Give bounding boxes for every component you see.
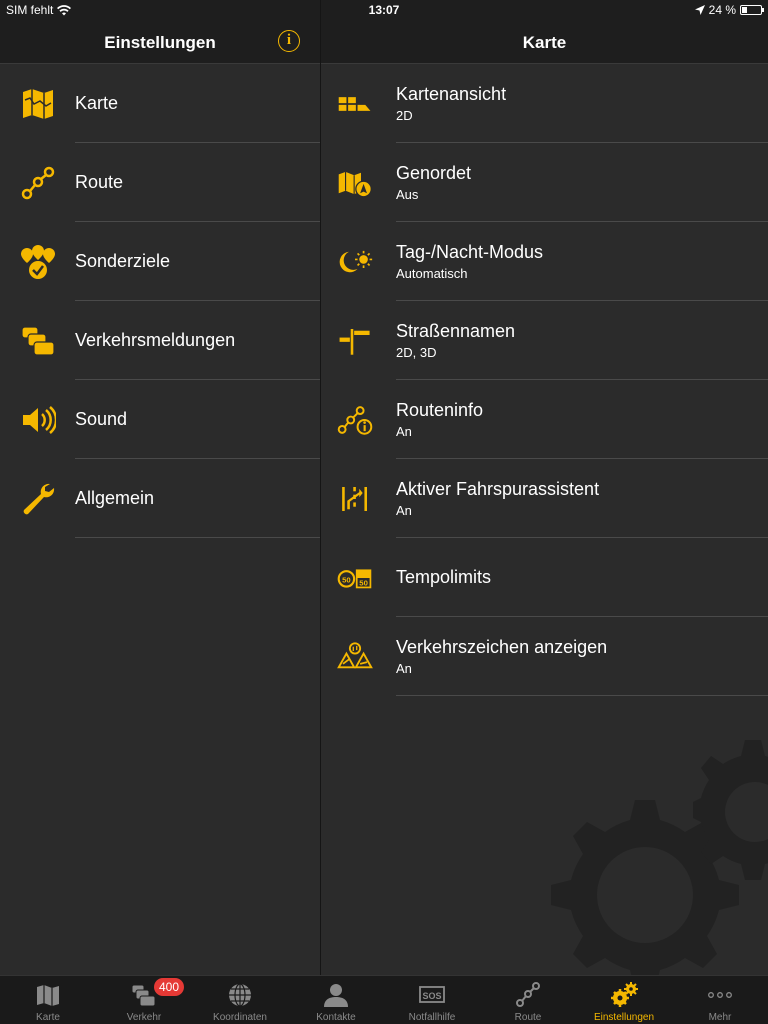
settings-item-label: Sonderziele [75,251,171,271]
settings-title: Einstellungen [104,33,216,52]
route-icon [21,166,55,200]
tab-notfallhilfe[interactable]: SOS Notfallhilfe [384,976,480,1024]
svg-text:50: 50 [359,579,368,588]
map-setting-fahrspurassistent[interactable]: Aktiver Fahrspurassistent An [321,459,768,538]
poi-icon [21,245,55,279]
contact-icon [324,984,348,1007]
day-night-icon [339,250,373,273]
street-sign-icon [339,329,370,355]
speaker-icon [23,406,56,434]
more-icon [708,992,732,998]
settings-item-label: Route [75,172,124,192]
traffic-icon [21,326,55,356]
lane-assist-icon [342,487,367,511]
map-setting-strassennamen[interactable]: Straßennamen 2D, 3D [321,301,768,380]
tab-route[interactable]: Route [480,976,576,1024]
map-settings-list: Kartenansicht 2D Genordet Aus Tag-/Nacht-M… [321,64,768,696]
map-setting-verkehrszeichen[interactable]: Verkehrszeichen anzeigen An [321,617,768,696]
setting-label: Tempolimits [396,567,492,587]
settings-item-label: Allgemein [75,488,155,508]
map-settings-header: Karte [321,20,768,64]
setting-text: Kartenansicht 2D [396,84,507,123]
map-setting-tag-nacht[interactable]: Tag-/Nacht-Modus Automatisch [321,222,768,301]
traffic-sign-icon [337,642,373,669]
info-button[interactable]: i [278,30,300,52]
tab-verkehr[interactable]: 400 Verkehr [96,976,192,1024]
traffic-badge: 400 [154,978,184,996]
map-setting-routeninfo[interactable]: Routeninfo An [321,380,768,459]
tab-kontakte[interactable]: Kontakte [288,976,384,1024]
map-icon [37,985,59,1006]
status-right: 24 % [694,3,764,17]
globe-icon [229,983,251,1007]
speed-limit-icon: 50 50 [337,569,372,589]
route-icon [516,982,540,1007]
settings-item-sound[interactable]: Sound [0,380,320,459]
status-bar: SIM fehlt 13:07 24 % [0,0,768,20]
map-setting-kartenansicht[interactable]: Kartenansicht 2D [321,64,768,143]
setting-text: Aktiver Fahrspurassistent An [396,479,600,518]
gears-icon [611,982,638,1007]
route-info-icon [337,406,373,435]
settings-item-route[interactable]: Route [0,143,320,222]
svg-text:SOS: SOS [422,991,441,1001]
location-arrow-icon [694,5,705,15]
settings-item-karte[interactable]: Karte [0,64,320,143]
tab-einstellungen[interactable]: Einstellungen [576,976,672,1024]
setting-text: Straßennamen 2D, 3D [396,321,516,360]
settings-item-label: Verkehrsmeldungen [75,330,236,350]
info-icon: i [286,32,292,48]
map-settings-title: Karte [522,33,567,52]
wrench-icon [23,483,55,515]
map-icon [23,89,53,119]
sos-icon: SOS [419,986,445,1003]
map-view-icon [338,97,371,111]
settings-item-allgemein[interactable]: Allgemein [0,459,320,538]
settings-item-verkehrsmeldungen[interactable]: Verkehrsmeldungen [0,301,320,380]
map-setting-tempolimits[interactable]: 50 50 Tempolimits [321,538,768,617]
setting-text: Genordet Aus [396,163,472,202]
settings-header: Einstellungen i [0,20,320,64]
tab-mehr[interactable]: Mehr [672,976,768,1024]
setting-text: Tag-/Nacht-Modus Automatisch [396,242,544,281]
battery-icon [740,5,764,15]
settings-menu: Karte Route Sonderziele Verkehrsmeldunge… [0,64,320,538]
tab-bar: Karte 400 Verkehr Koordinaten Kontakte S… [0,975,768,1024]
north-up-icon [338,171,372,198]
battery-percent: 24 % [708,3,736,17]
map-setting-genordet[interactable]: Genordet Aus [321,143,768,222]
setting-text: Verkehrszeichen anzeigen An [396,637,608,676]
settings-item-label: Karte [75,93,119,113]
status-time: 13:07 [368,3,400,17]
setting-text: Routeninfo An [396,400,484,439]
svg-text:50: 50 [342,575,351,584]
tab-koordinaten[interactable]: Koordinaten [192,976,288,1024]
settings-item-sonderziele[interactable]: Sonderziele [0,222,320,301]
gears-watermark-icon [551,740,768,975]
settings-item-label: Sound [75,409,128,429]
tab-karte[interactable]: Karte [0,976,96,1024]
